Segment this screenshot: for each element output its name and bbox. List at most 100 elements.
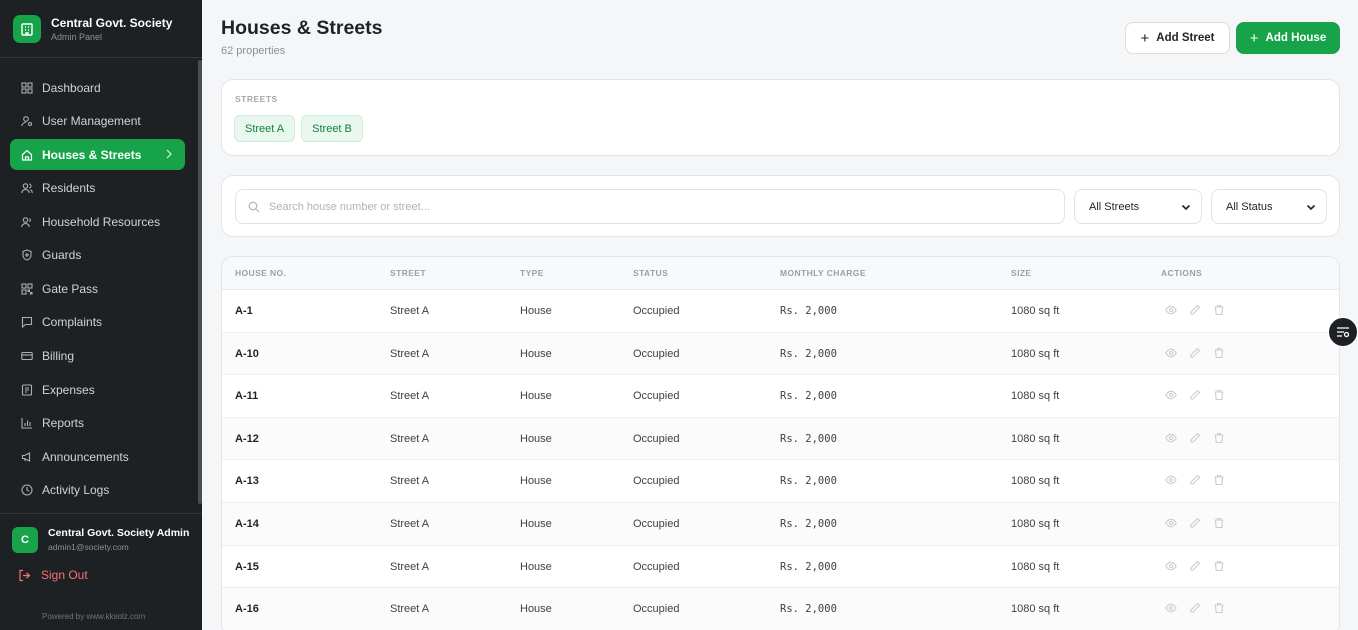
sidebar-item-label: User Management [42,114,141,129]
sidebar-item-label: Household Resources [42,214,161,229]
edit-pencil-icon[interactable] [1189,432,1201,444]
sidebar-item-label: Guards [42,248,82,263]
sidebar-item-activity-logs[interactable]: Activity Logs [10,474,185,508]
edit-pencil-icon[interactable] [1189,304,1201,316]
message-icon [20,316,33,329]
column-header-status: STATUS [633,268,669,278]
edit-pencil-icon[interactable] [1189,517,1201,529]
table-row[interactable]: A-14 Street A House Occupied Rs. 2,000 1080 s… [222,502,1339,546]
cell-street: Street A [390,560,430,573]
table-row[interactable]: A-10 Street A House Occupied Rs. 2,000 1080 s… [222,332,1339,376]
sidebar-item-complaints[interactable]: Complaints [10,306,185,340]
sidebar-item-residents[interactable]: Residents [10,171,185,205]
sidebar-item-houses-streets[interactable]: Houses & Streets [10,139,185,171]
cell-size: 1080 sq ft [1011,603,1060,616]
view-eye-icon[interactable] [1165,517,1177,529]
edit-pencil-icon[interactable] [1189,474,1201,486]
sidebar-item-label: Expenses [42,382,95,397]
add-house-button[interactable]: + Add House [1236,22,1340,54]
sidebar-item-user-management[interactable]: User Management [10,105,185,139]
cell-status: Occupied [633,347,680,360]
user-icon [20,215,33,228]
street-filter-select[interactable]: All Streets [1074,189,1202,224]
edit-pencil-icon[interactable] [1189,560,1201,572]
cell-type: House [520,560,552,573]
table-row[interactable]: A-15 Street A House Occupied Rs. 2,000 1080 s… [222,546,1339,589]
table-row[interactable]: A-16 Street A House Occupied Rs. 2,000 1080 s… [222,588,1339,630]
sidebar-item-expenses[interactable]: Expenses [10,373,185,407]
cell-size: 1080 sq ft [1011,390,1060,403]
sidebar-item-announcements[interactable]: Announcements [10,440,185,474]
delete-trash-icon[interactable] [1213,304,1225,316]
table-row[interactable]: A-1 Street A House Occupied Rs. 2,000 1080 sq… [222,290,1339,333]
floating-filter-button[interactable] [1328,317,1358,347]
edit-pencil-icon[interactable] [1189,389,1201,401]
chevron-right-icon [165,148,173,163]
megaphone-icon [20,450,33,463]
table-row[interactable]: A-13 Street A House Occupied Rs. 2,000 1080 s… [222,460,1339,503]
cell-type: House [520,603,552,616]
sidebar-item-label: Residents [42,180,96,195]
sidebar-item-household-resources[interactable]: Household Resources [10,205,185,239]
column-header-type: TYPE [520,268,544,278]
sidebar-item-label: Complaints [42,315,103,330]
view-eye-icon[interactable] [1165,304,1177,316]
sidebar-nav: Dashboard User Management Houses & Stree… [10,71,185,507]
user-email: admin1@society.com [48,542,129,552]
edit-pencil-icon[interactable] [1189,347,1201,359]
view-eye-icon[interactable] [1165,560,1177,572]
search-input[interactable] [269,200,1029,213]
cell-status: Occupied [633,603,680,616]
users-icon [20,181,33,194]
street-chip[interactable]: Street A [234,115,296,142]
row-actions [1165,474,1225,486]
cell-status: Occupied [633,560,680,573]
user-profile: C Central Govt. Society Admin admin1@soc… [0,513,202,553]
delete-trash-icon[interactable] [1213,560,1225,572]
delete-trash-icon[interactable] [1213,474,1225,486]
view-eye-icon[interactable] [1165,347,1177,359]
delete-trash-icon[interactable] [1213,347,1225,359]
cell-size: 1080 sq ft [1011,560,1060,573]
sidebar-scrollbar[interactable] [198,60,202,504]
street-chip[interactable]: Street B [301,115,363,142]
add-street-button[interactable]: + Add Street [1125,22,1230,54]
sidebar-item-dashboard[interactable]: Dashboard [10,71,185,105]
delete-trash-icon[interactable] [1213,602,1225,614]
sidebar: Central Govt. Society Admin Panel Dashbo… [0,0,202,630]
street-chips: Street A Street B [234,115,363,142]
sidebar-item-guards[interactable]: Guards [10,238,185,272]
delete-trash-icon[interactable] [1213,389,1225,401]
sign-out-label: Sign Out [41,568,88,582]
cell-street: Street A [390,390,430,403]
plus-icon: + [1249,29,1259,47]
cell-house-no: A-12 [235,432,259,445]
home-icon [20,148,33,161]
delete-trash-icon[interactable] [1213,432,1225,444]
sign-out-button[interactable]: Sign Out [18,568,88,582]
cell-monthly-charge: Rs. 2,000 [780,390,837,403]
sidebar-item-gate-pass[interactable]: Gate Pass [10,272,185,306]
view-eye-icon[interactable] [1165,389,1177,401]
cell-house-no: A-10 [235,347,259,360]
view-eye-icon[interactable] [1165,474,1177,486]
sidebar-item-billing[interactable]: Billing [10,339,185,373]
delete-trash-icon[interactable] [1213,517,1225,529]
dashboard-icon [20,81,33,94]
cell-type: House [520,305,552,317]
sidebar-item-label: Houses & Streets [42,147,142,162]
edit-pencil-icon[interactable] [1189,602,1201,614]
cell-size: 1080 sq ft [1011,432,1060,445]
cell-monthly-charge: Rs. 2,000 [780,475,837,488]
sidebar-item-reports[interactable]: Reports [10,406,185,440]
view-eye-icon[interactable] [1165,602,1177,614]
row-actions [1165,432,1225,444]
view-eye-icon[interactable] [1165,432,1177,444]
status-filter-select[interactable]: All Status [1211,189,1327,224]
table-row[interactable]: A-12 Street A House Occupied Rs. 2,000 1080 s… [222,417,1339,461]
table-row[interactable]: A-11 Street A House Occupied Rs. 2,000 1080 s… [222,375,1339,418]
cell-size: 1080 sq ft [1011,475,1060,488]
sliders-icon [1336,326,1350,338]
cell-house-no: A-13 [235,475,259,488]
column-header-monthly-charge: MONTHLY CHARGE [780,268,866,278]
